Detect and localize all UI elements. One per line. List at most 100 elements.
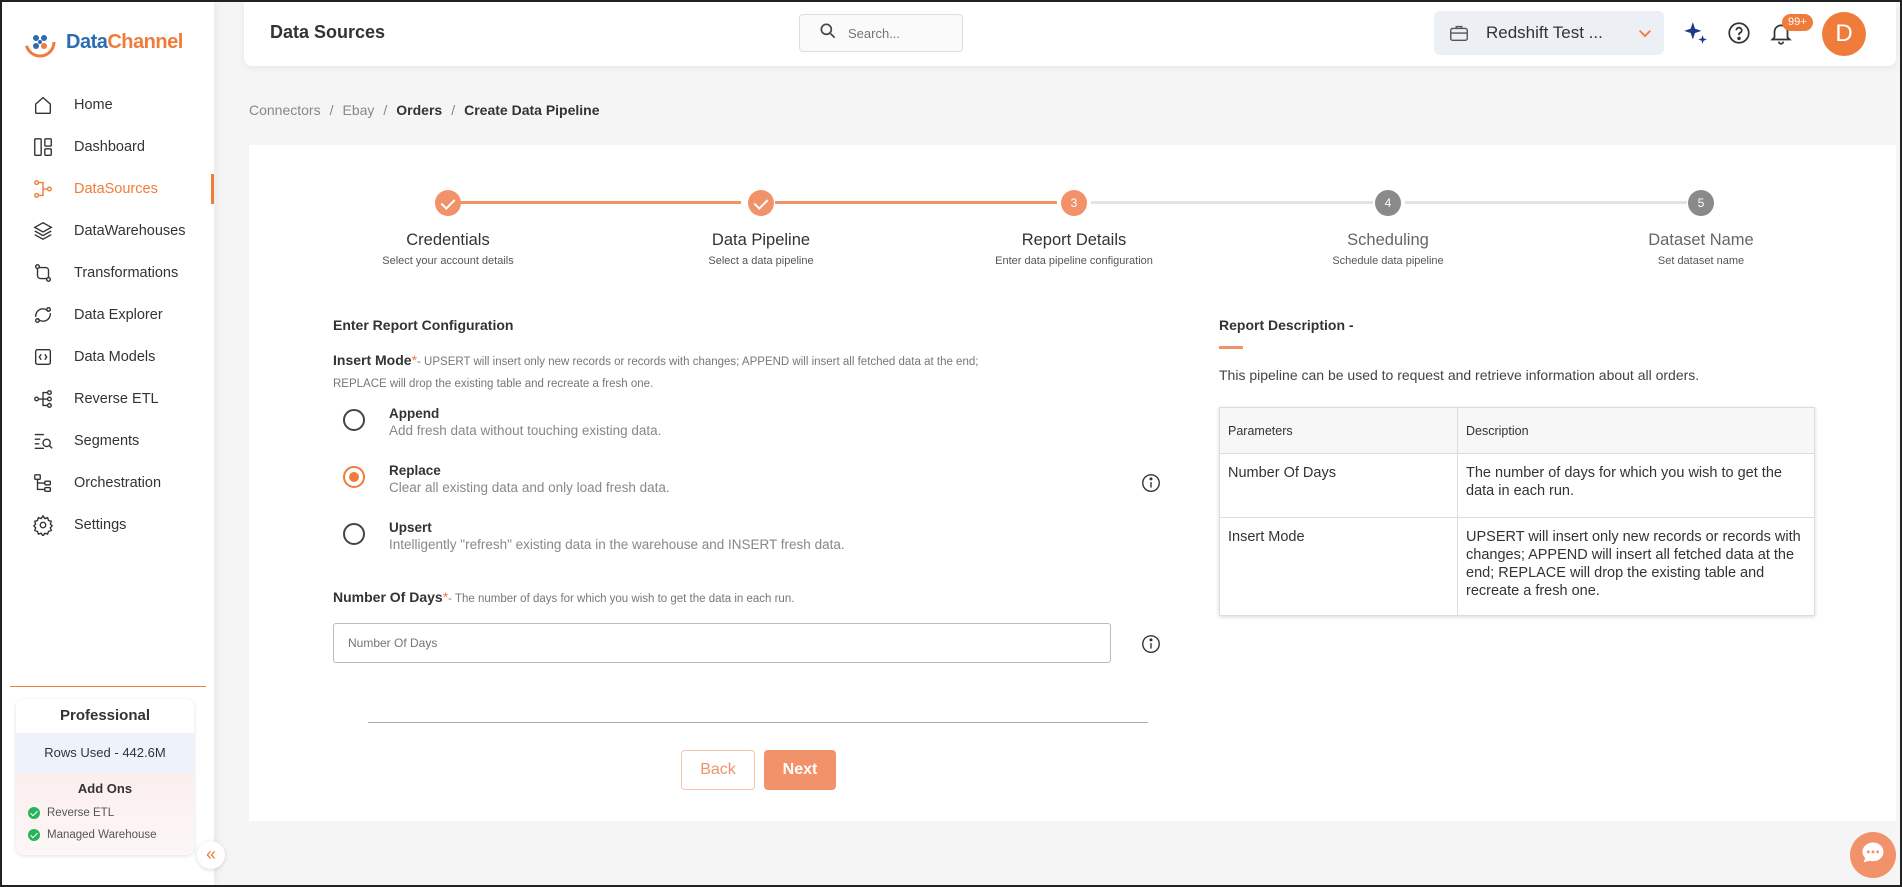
- addons-title: Add Ons: [77, 781, 133, 796]
- sidebar-item-home[interactable]: Home: [2, 84, 214, 126]
- days-help: - The number of days for which you wish …: [448, 593, 795, 605]
- top-header: Data Sources Redshift Test ... 99+ D: [244, 2, 1896, 66]
- step-1-title: Credentials: [406, 231, 490, 249]
- table-cell: Insert Mode: [1219, 517, 1458, 616]
- table-row: Number Of Days The number of days for wh…: [1219, 453, 1815, 518]
- radio-title: Upsert: [389, 520, 432, 535]
- breadcrumb-separator: /: [451, 102, 456, 118]
- addon-label: Reverse ETL: [47, 807, 115, 819]
- addon-item: Managed Warehouse: [16, 824, 194, 846]
- radio-title: Append: [389, 406, 440, 421]
- search-box[interactable]: [799, 14, 963, 52]
- sidebar-item-segments[interactable]: Segments: [2, 420, 214, 462]
- parameters-table: Parameters Description Number Of Days Th…: [1219, 407, 1815, 616]
- workspace-selector[interactable]: Redshift Test ...: [1434, 11, 1664, 55]
- sidebar-item-label: Data Explorer: [74, 307, 163, 323]
- number-of-days-field[interactable]: [333, 623, 1111, 663]
- sidebar-item-label: Transformations: [74, 265, 179, 281]
- step-5-subtitle: Set dataset name: [1657, 255, 1745, 267]
- step-2-title: Data Pipeline: [711, 231, 811, 249]
- step-3-dot: 3: [1061, 190, 1087, 216]
- breadcrumb-separator: /: [329, 102, 334, 118]
- page-title: Data Sources: [270, 22, 386, 42]
- radio-option-upsert[interactable]: Upsert Intelligently "refresh" existing …: [343, 520, 845, 552]
- notification-badge: 99+: [1782, 14, 1813, 31]
- info-icon[interactable]: [1140, 472, 1162, 494]
- chat-support-button[interactable]: [1850, 832, 1896, 878]
- plan-divider: [10, 686, 206, 687]
- step-4-subtitle: Schedule data pipeline: [1332, 255, 1444, 267]
- column-header: Parameters: [1219, 407, 1458, 454]
- days-label-row: Number Of Days*- The number of days for …: [333, 587, 1093, 609]
- step-4-title: Scheduling: [1347, 231, 1429, 249]
- table-cell: Number Of Days: [1219, 453, 1458, 518]
- avatar[interactable]: D: [1822, 12, 1866, 56]
- step-5-title: Dataset Name: [1648, 231, 1754, 249]
- datasources-icon: [32, 178, 54, 200]
- title-underline: [1219, 346, 1243, 349]
- gear-icon: [32, 514, 54, 536]
- reverse-etl-icon: [32, 388, 54, 410]
- logo-mark-icon: [22, 24, 58, 60]
- rows-used: Rows Used - 442.6M: [16, 733, 194, 773]
- step-3-subtitle: Enter data pipeline configuration: [995, 255, 1153, 267]
- next-button[interactable]: Next: [764, 750, 836, 790]
- models-icon: [32, 346, 54, 368]
- step-5-dot: 5: [1688, 190, 1714, 216]
- sidebar-item-label: Reverse ETL: [74, 391, 159, 407]
- search-input[interactable]: [848, 25, 948, 41]
- radio-option-replace[interactable]: Replace Clear all existing data and only…: [343, 463, 670, 495]
- table-cell: The number of days for which you wish to…: [1457, 453, 1815, 518]
- radio-upsert[interactable]: [343, 523, 365, 545]
- search-icon: [818, 21, 838, 46]
- orchestration-icon: [32, 472, 54, 494]
- home-icon: [32, 94, 54, 116]
- sidebar-item-datawarehouses[interactable]: DataWarehouses: [2, 210, 214, 252]
- sidebar-item-label: Dashboard: [74, 139, 145, 155]
- sidebar-item-data-models[interactable]: Data Models: [2, 336, 214, 378]
- breadcrumb-connectors[interactable]: Connectors: [249, 102, 321, 118]
- briefcase-icon: [1448, 22, 1470, 44]
- step-3-title: Report Details: [1021, 231, 1127, 249]
- insert-mode-help: - UPSERT will insert only new records or…: [417, 356, 979, 368]
- chat-bubble-icon: [1859, 839, 1887, 872]
- radio-option-append[interactable]: Append Add fresh data without touching e…: [343, 406, 661, 438]
- logo[interactable]: DataChannel: [22, 24, 183, 60]
- breadcrumb-orders[interactable]: Orders: [396, 102, 442, 118]
- check-circle-icon: [28, 807, 40, 819]
- radio-replace[interactable]: [343, 466, 365, 488]
- step-connector: [1091, 201, 1373, 204]
- insert-mode-help-2: REPLACE will drop the existing table and…: [333, 378, 654, 390]
- days-label: Number Of Days: [333, 589, 443, 605]
- number-of-days-input[interactable]: [334, 624, 1110, 662]
- insert-mode-label: Insert Mode: [333, 352, 412, 368]
- step-connector: [775, 201, 1057, 204]
- logo-text: DataChannel: [66, 30, 183, 53]
- step-2-check-icon: [748, 190, 774, 216]
- insert-mode-label-row: Insert Mode*- UPSERT will insert only ne…: [333, 350, 1093, 394]
- collapse-sidebar-button[interactable]: «: [197, 841, 225, 869]
- sidebar-item-label: Data Models: [74, 349, 156, 365]
- sidebar-item-orchestration[interactable]: Orchestration: [2, 462, 214, 504]
- pipeline-card: 3 4 5 Credentials Select your account de…: [249, 145, 1896, 821]
- sidebar-item-datasources[interactable]: DataSources: [2, 168, 214, 210]
- step-connector: [461, 201, 741, 204]
- sidebar-item-dashboard[interactable]: Dashboard: [2, 126, 214, 168]
- breadcrumb-ebay[interactable]: Ebay: [342, 102, 374, 118]
- breadcrumb-separator: /: [383, 102, 388, 118]
- sidebar-item-data-explorer[interactable]: Data Explorer: [2, 294, 214, 336]
- radio-append[interactable]: [343, 409, 365, 431]
- back-button[interactable]: Back: [681, 750, 755, 790]
- addon-label: Managed Warehouse: [47, 829, 157, 841]
- step-1-check-icon: [435, 190, 461, 216]
- transform-icon: [32, 262, 54, 284]
- sidebar-item-transformations[interactable]: Transformations: [2, 252, 214, 294]
- chevron-down-icon: [1636, 24, 1654, 42]
- help-icon[interactable]: [1726, 20, 1752, 46]
- info-icon[interactable]: [1140, 633, 1162, 655]
- sidebar-item-reverse-etl[interactable]: Reverse ETL: [2, 378, 214, 420]
- sidebar: DataChannel Home Dashboard DataSources D…: [2, 2, 214, 885]
- sidebar-item-label: DataSources: [74, 181, 158, 197]
- sparkle-icon[interactable]: [1682, 20, 1708, 46]
- sidebar-item-settings[interactable]: Settings: [2, 504, 214, 546]
